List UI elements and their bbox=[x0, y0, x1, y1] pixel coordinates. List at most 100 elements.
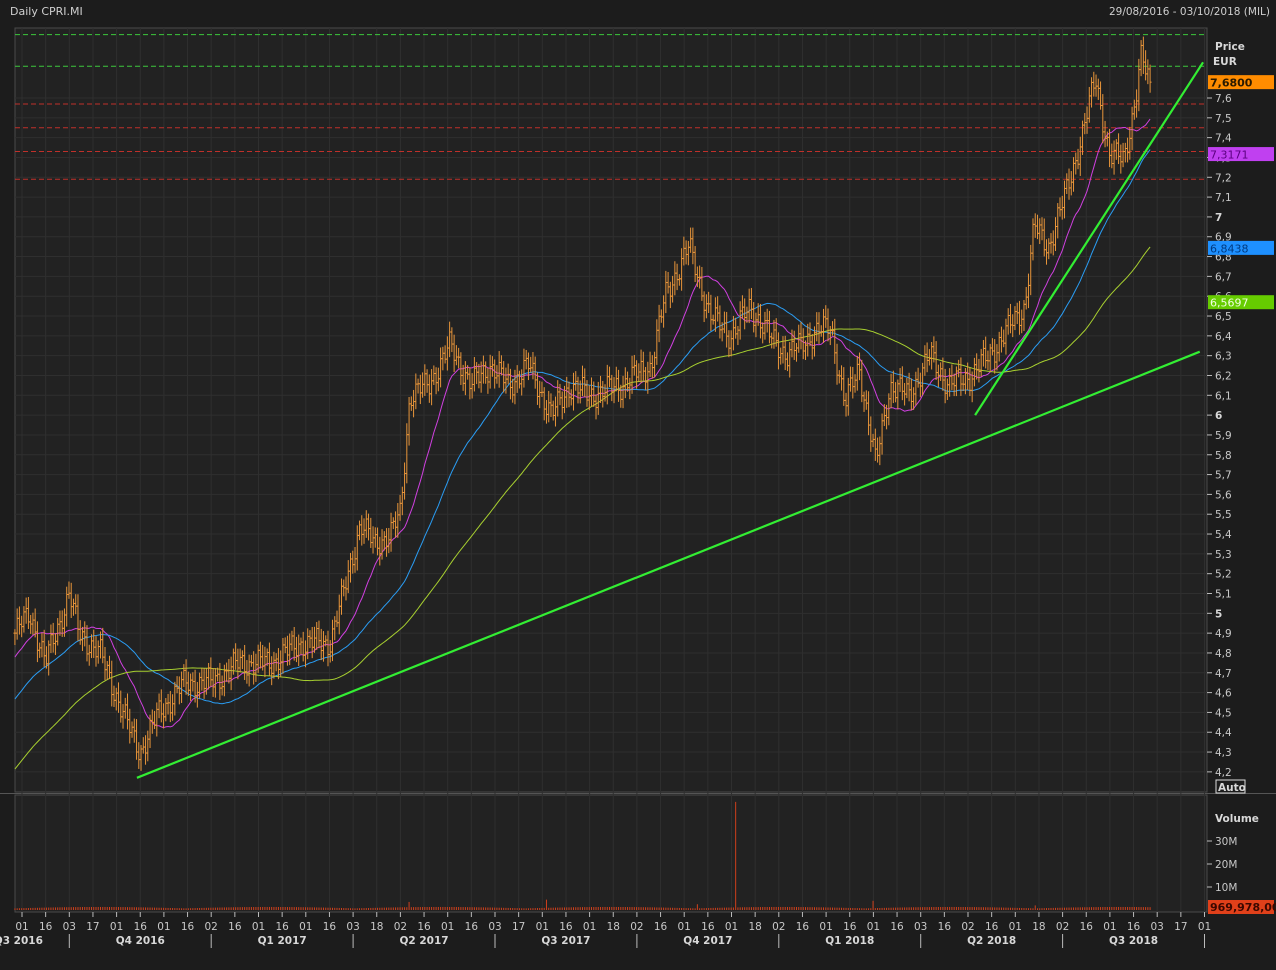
y-tick-label: 5,9 bbox=[1215, 430, 1232, 442]
y-tick-label: 4,8 bbox=[1215, 648, 1232, 660]
value-badge-label: 7,3171 bbox=[1210, 149, 1249, 162]
quarter-label: Q3 2018 bbox=[1109, 935, 1158, 947]
y-tick-label: 5,6 bbox=[1215, 489, 1232, 501]
price-axis-title: Price bbox=[1215, 41, 1245, 53]
auto-scale-label: Auto bbox=[1218, 782, 1246, 794]
x-tick-label: 01 bbox=[299, 921, 312, 933]
x-tick-label: 18 bbox=[1032, 921, 1045, 933]
y-tick-label: 5,2 bbox=[1215, 569, 1232, 581]
x-tick-label: 01 bbox=[536, 921, 549, 933]
x-tick-label: 03 bbox=[488, 921, 501, 933]
x-tick-label: 03 bbox=[914, 921, 927, 933]
quarter-label: Q4 2016 bbox=[116, 935, 165, 947]
y-tick-label: 4,6 bbox=[1215, 688, 1232, 700]
x-tick-label: 18 bbox=[370, 921, 383, 933]
x-tick-label: 02 bbox=[394, 921, 407, 933]
y-tick-label: 5,5 bbox=[1215, 509, 1232, 521]
x-tick-label: 16 bbox=[228, 921, 242, 933]
x-tick-label: 16 bbox=[654, 921, 668, 933]
x-tick-label: 02 bbox=[630, 921, 643, 933]
y-tick-label: 4,5 bbox=[1215, 707, 1232, 719]
x-tick-label: 17 bbox=[512, 921, 525, 933]
x-tick-label: 16 bbox=[1080, 921, 1094, 933]
quarter-label: Q2 2017 bbox=[399, 935, 448, 947]
quarter-label: Q3 2017 bbox=[541, 935, 590, 947]
y-tick-label: 5,3 bbox=[1215, 549, 1232, 561]
x-tick-label: 16 bbox=[843, 921, 857, 933]
y-tick-label: 7,1 bbox=[1215, 192, 1232, 204]
date-range: 29/08/2016 - 03/10/2018 (MIL) bbox=[1109, 6, 1270, 18]
y-tick-label: 6,4 bbox=[1215, 331, 1232, 343]
x-tick-label: 18 bbox=[607, 921, 620, 933]
x-tick-label: 01 bbox=[1198, 921, 1211, 933]
x-tick-label: 16 bbox=[134, 921, 148, 933]
x-tick-label: 17 bbox=[1174, 921, 1187, 933]
y-tick-label: 6,7 bbox=[1215, 271, 1232, 283]
y-tick-label: 6,5 bbox=[1215, 311, 1232, 323]
volume-tick-label: 30M bbox=[1215, 836, 1237, 848]
x-tick-label: 18 bbox=[748, 921, 761, 933]
x-tick-label: 16 bbox=[417, 921, 431, 933]
x-tick-label: 02 bbox=[205, 921, 218, 933]
y-tick-label: 4,3 bbox=[1215, 747, 1232, 759]
y-tick-label: 6,2 bbox=[1215, 370, 1232, 382]
x-tick-label: 01 bbox=[867, 921, 880, 933]
value-badge-label: 6,5697 bbox=[1210, 297, 1249, 310]
x-tick-label: 01 bbox=[157, 921, 170, 933]
x-tick-label: 16 bbox=[39, 921, 53, 933]
y-tick-label: 7,4 bbox=[1215, 133, 1232, 145]
quarter-label: Q1 2018 bbox=[825, 935, 874, 947]
x-tick-label: 01 bbox=[15, 921, 28, 933]
x-tick-label: 01 bbox=[678, 921, 691, 933]
y-tick-label: 5,4 bbox=[1215, 529, 1232, 541]
x-tick-label: 16 bbox=[559, 921, 573, 933]
y-tick-label: 6 bbox=[1215, 410, 1222, 422]
x-tick-label: 16 bbox=[181, 921, 195, 933]
price-chart[interactable]: Daily CPRI.MI 29/08/2016 - 03/10/2018 (M… bbox=[0, 0, 1276, 966]
x-tick-label: 16 bbox=[938, 921, 952, 933]
quarter-label: Q3 2016 bbox=[0, 935, 43, 947]
y-tick-label: 4,7 bbox=[1215, 668, 1232, 680]
x-tick-label: 03 bbox=[63, 921, 76, 933]
y-tick-label: 6,3 bbox=[1215, 351, 1232, 363]
volume-badge-label: 969,978,00 bbox=[1210, 901, 1276, 914]
quarter-label: Q4 2017 bbox=[683, 935, 732, 947]
x-tick-label: 02 bbox=[961, 921, 974, 933]
y-tick-label: 5 bbox=[1215, 608, 1222, 620]
value-badge-label: 7,6800 bbox=[1210, 77, 1253, 90]
x-tick-label: 02 bbox=[1056, 921, 1069, 933]
price-panel bbox=[14, 27, 1208, 793]
y-tick-label: 7,6 bbox=[1215, 93, 1232, 105]
x-tick-label: 01 bbox=[252, 921, 265, 933]
x-tick-label: 03 bbox=[346, 921, 359, 933]
x-tick-label: 16 bbox=[1127, 921, 1141, 933]
y-tick-label: 5,7 bbox=[1215, 470, 1232, 482]
y-tick-label: 5,1 bbox=[1215, 589, 1232, 601]
volume-axis-title: Volume bbox=[1215, 813, 1259, 825]
quarter-label: Q2 2018 bbox=[967, 935, 1016, 947]
quarter-label: Q1 2017 bbox=[258, 935, 307, 947]
x-tick-label: 16 bbox=[796, 921, 810, 933]
x-tick-label: 17 bbox=[86, 921, 99, 933]
y-tick-label: 4,4 bbox=[1215, 727, 1232, 739]
y-tick-label: 4,9 bbox=[1215, 628, 1232, 640]
y-tick-label: 4,2 bbox=[1215, 767, 1232, 779]
x-tick-label: 16 bbox=[701, 921, 715, 933]
currency-label: EUR bbox=[1213, 56, 1237, 68]
x-tick-label: 03 bbox=[1151, 921, 1164, 933]
y-tick-label: 7 bbox=[1215, 212, 1222, 224]
x-tick-label: 01 bbox=[441, 921, 454, 933]
x-tick-label: 01 bbox=[819, 921, 832, 933]
volume-tick-label: 20M bbox=[1215, 859, 1237, 871]
y-tick-label: 7,5 bbox=[1215, 113, 1232, 125]
x-tick-label: 16 bbox=[275, 921, 289, 933]
chart-title: Daily CPRI.MI bbox=[10, 5, 83, 18]
y-tick-label: 6,1 bbox=[1215, 390, 1232, 402]
x-tick-label: 02 bbox=[772, 921, 785, 933]
x-tick-label: 16 bbox=[890, 921, 904, 933]
y-tick-label: 7,2 bbox=[1215, 172, 1232, 184]
x-tick-label: 01 bbox=[725, 921, 738, 933]
x-tick-label: 16 bbox=[323, 921, 337, 933]
value-badge-label: 6,8438 bbox=[1210, 242, 1249, 255]
x-tick-label: 01 bbox=[1103, 921, 1116, 933]
